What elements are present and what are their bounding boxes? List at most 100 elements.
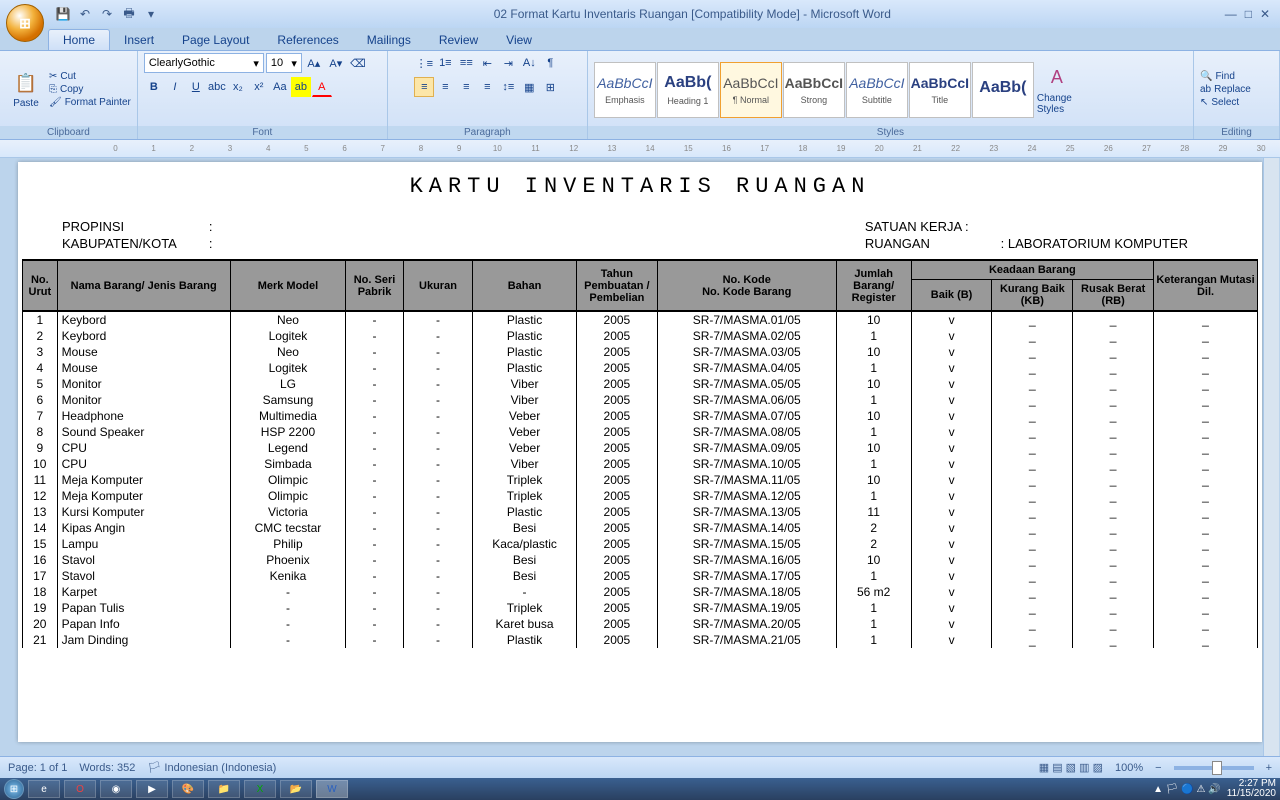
tab-review[interactable]: Review	[425, 30, 492, 50]
clock-date[interactable]: 11/15/2020	[1227, 788, 1276, 799]
opera-icon[interactable]: O	[64, 780, 96, 798]
font-name-combo[interactable]: ClearlyGothic▾	[144, 53, 264, 73]
italic-button[interactable]: I	[165, 77, 185, 97]
chevron-down-icon: ▾	[253, 57, 259, 70]
undo-icon[interactable]: ↶	[76, 5, 94, 23]
qat-dropdown-icon[interactable]: ▾	[142, 5, 160, 23]
print-icon[interactable]: 🖶	[120, 5, 138, 23]
tab-insert[interactable]: Insert	[110, 30, 168, 50]
table-row: 9CPULegend--Veber2005SR-7/MASMA.09/0510v…	[23, 440, 1258, 456]
paste-button[interactable]: 📋Paste	[6, 70, 46, 109]
find-button[interactable]: 🔍Find	[1200, 71, 1251, 82]
align-left-button[interactable]: ≡	[414, 77, 434, 97]
font-size-combo[interactable]: 10▾	[266, 53, 302, 73]
vertical-scrollbar[interactable]	[1263, 158, 1279, 756]
cut-button[interactable]: ✂Cut	[49, 71, 131, 82]
change-styles-button[interactable]: AChange Styles	[1037, 65, 1077, 115]
inc-indent-button[interactable]: ⇥	[498, 53, 518, 73]
excel-icon[interactable]: X	[244, 780, 276, 798]
quick-access-toolbar: 💾 ↶ ↷ 🖶 ▾	[54, 5, 160, 23]
replace-button[interactable]: abReplace	[1200, 84, 1251, 95]
style-item[interactable]: AaBbCcIEmphasis	[594, 62, 656, 118]
ribbon: 📋Paste ✂Cut ⎘Copy 🖌Format Painter Clipbo…	[0, 50, 1280, 140]
font-color-button[interactable]: A	[312, 77, 332, 97]
document-page: KARTU INVENTARIS RUANGAN PROPINSI:KABUPA…	[18, 162, 1262, 742]
find-icon: 🔍	[1200, 71, 1212, 82]
chevron-down-icon: ▾	[291, 57, 297, 70]
strike-button[interactable]: abc	[207, 77, 227, 97]
multilevel-button[interactable]: ≡≡	[456, 53, 476, 73]
explorer-icon[interactable]: 📁	[208, 780, 240, 798]
shrink-font-button[interactable]: A▾	[326, 53, 346, 73]
change-case-button[interactable]: Aa	[270, 77, 290, 97]
highlight-button[interactable]: ab	[291, 77, 311, 97]
justify-button[interactable]: ≡	[477, 77, 497, 97]
superscript-button[interactable]: x²	[249, 77, 269, 97]
ie-icon[interactable]: e	[28, 780, 60, 798]
page-status[interactable]: Page: 1 of 1	[8, 762, 67, 774]
sort-button[interactable]: A↓	[519, 53, 539, 73]
borders-button[interactable]: ⊞	[540, 77, 560, 97]
tab-mailings[interactable]: Mailings	[353, 30, 425, 50]
align-center-button[interactable]: ≡	[435, 77, 455, 97]
tab-view[interactable]: View	[492, 30, 546, 50]
word-icon[interactable]: W	[316, 780, 348, 798]
format-painter-button[interactable]: 🖌Format Painter	[49, 97, 131, 108]
bullets-button[interactable]: ⋮≡	[414, 53, 434, 73]
folder-icon[interactable]: 📂	[280, 780, 312, 798]
zoom-in-button[interactable]: +	[1266, 762, 1272, 774]
brush-icon: 🖌	[49, 97, 62, 108]
style-item[interactable]: AaBb(	[972, 62, 1034, 118]
style-item[interactable]: AaBb(Heading 1	[657, 62, 719, 118]
align-right-button[interactable]: ≡	[456, 77, 476, 97]
language-status[interactable]: 🏳 Indonesian (Indonesia)	[147, 761, 276, 774]
zoom-out-button[interactable]: −	[1155, 762, 1161, 774]
show-marks-button[interactable]: ¶	[540, 53, 560, 73]
select-button[interactable]: ↖Select	[1200, 97, 1251, 108]
maximize-button[interactable]: □	[1245, 7, 1252, 21]
minimize-button[interactable]: —	[1225, 7, 1237, 21]
document-title: KARTU INVENTARIS RUANGAN	[20, 174, 1260, 199]
start-button[interactable]: ⊞	[4, 779, 24, 799]
horizontal-ruler[interactable]: 0123456789101112131415161718192021222324…	[0, 140, 1280, 158]
style-item[interactable]: AaBbCcI¶ Normal	[720, 62, 782, 118]
table-row: 3MouseNeo--Plastic2005SR-7/MASMA.03/0510…	[23, 344, 1258, 360]
grow-font-button[interactable]: A▴	[304, 53, 324, 73]
copy-button[interactable]: ⎘Copy	[49, 84, 131, 95]
style-item[interactable]: AaBbCcITitle	[909, 62, 971, 118]
style-item[interactable]: AaBbCcIStrong	[783, 62, 845, 118]
shading-button[interactable]: ▦	[519, 77, 539, 97]
style-item[interactable]: AaBbCcISubtitle	[846, 62, 908, 118]
document-area[interactable]: KARTU INVENTARIS RUANGAN PROPINSI:KABUPA…	[0, 158, 1280, 756]
word-count[interactable]: Words: 352	[79, 762, 135, 774]
table-row: 2KeybordLogitek--Plastic2005SR-7/MASMA.0…	[23, 328, 1258, 344]
dec-indent-button[interactable]: ⇤	[477, 53, 497, 73]
table-row: 13Kursi KomputerVictoria--Plastic2005SR-…	[23, 504, 1258, 520]
chrome-icon[interactable]: ◉	[100, 780, 132, 798]
ribbon-tabs: HomeInsertPage LayoutReferencesMailingsR…	[48, 28, 1280, 50]
redo-icon[interactable]: ↷	[98, 5, 116, 23]
office-button[interactable]: ⊞	[6, 4, 44, 42]
clear-format-button[interactable]: ⌫	[348, 53, 368, 73]
zoom-level[interactable]: 100%	[1115, 762, 1143, 774]
underline-button[interactable]: U	[186, 77, 206, 97]
close-button[interactable]: ✕	[1260, 7, 1270, 21]
subscript-button[interactable]: x₂	[228, 77, 248, 97]
tray-icons[interactable]: ▲ 🏳 🔵 ⚠ 🔊	[1153, 784, 1221, 795]
tab-home[interactable]: Home	[48, 29, 110, 50]
media-icon[interactable]: ▶	[136, 780, 168, 798]
save-icon[interactable]: 💾	[54, 5, 72, 23]
tab-references[interactable]: References	[263, 30, 352, 50]
table-row: 5MonitorLG--Viber2005SR-7/MASMA.05/0510v…	[23, 376, 1258, 392]
tab-page-layout[interactable]: Page Layout	[168, 30, 263, 50]
view-buttons[interactable]: ▦ ▤ ▧ ▥ ▨	[1039, 761, 1103, 774]
paint-icon[interactable]: 🎨	[172, 780, 204, 798]
zoom-slider[interactable]	[1174, 766, 1254, 770]
table-row: 11Meja KomputerOlimpic--Triplek2005SR-7/…	[23, 472, 1258, 488]
styles-gallery[interactable]: AaBbCcIEmphasisAaBb(Heading 1AaBbCcI¶ No…	[594, 62, 1034, 118]
bold-button[interactable]: B	[144, 77, 164, 97]
table-row: 15LampuPhilip--Kaca/plastic2005SR-7/MASM…	[23, 536, 1258, 552]
window-title: 02 Format Kartu Inventaris Ruangan [Comp…	[160, 7, 1225, 21]
line-spacing-button[interactable]: ↕≡	[498, 77, 518, 97]
numbering-button[interactable]: 1≡	[435, 53, 455, 73]
